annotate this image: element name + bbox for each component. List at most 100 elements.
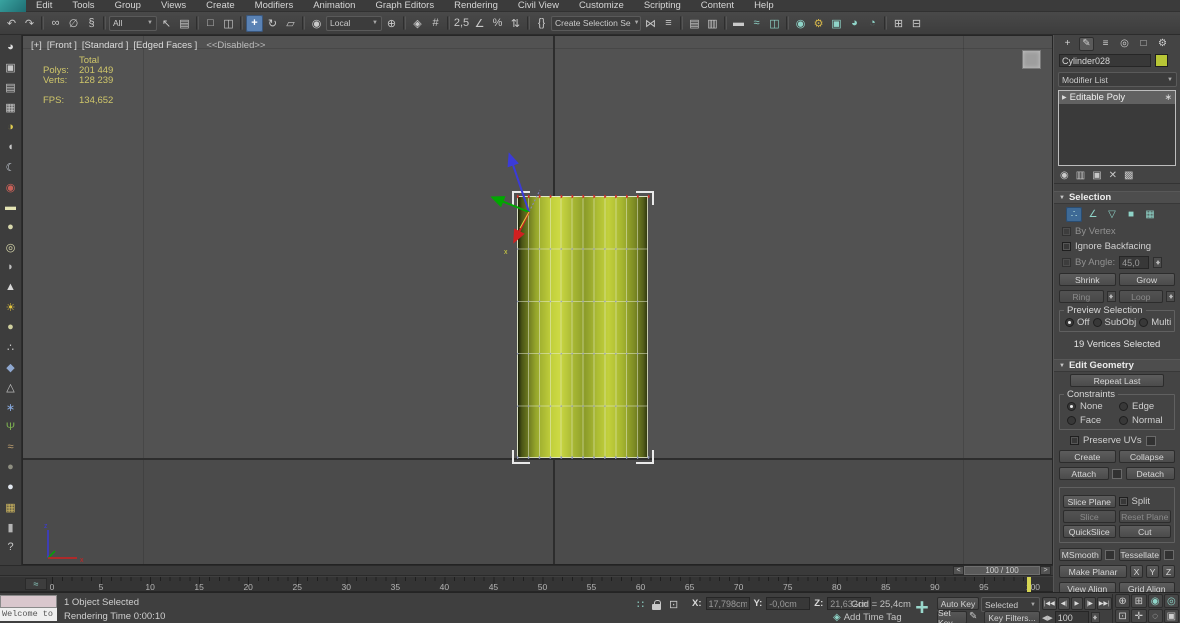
edit-named-selection-sets-icon[interactable]: {} — [533, 15, 550, 32]
align-icon[interactable]: ≡ — [660, 15, 677, 32]
unlink-selection-icon[interactable]: ∅ — [65, 15, 82, 32]
constraint-normal-radio[interactable] — [1119, 416, 1128, 425]
toolbar-icon[interactable] — [680, 16, 683, 30]
slice-plane-button[interactable]: Slice Plane — [1063, 495, 1116, 508]
toggle-scene-explorer-icon[interactable]: ▤ — [686, 15, 703, 32]
preserve-uvs-checkbox[interactable] — [1070, 436, 1079, 445]
remove-modifier-icon[interactable]: ✕ — [1109, 170, 1117, 181]
create-button[interactable]: Create — [1059, 450, 1116, 463]
hair-fur-icon[interactable]: ≈ — [2, 437, 20, 457]
snaps-toggle-icon[interactable]: 2,5 — [453, 15, 470, 32]
toolbar-icon[interactable] — [41, 16, 44, 30]
render-frame-icon[interactable]: ▣ — [2, 57, 20, 77]
app-logo-icon[interactable] — [0, 0, 26, 12]
zoom-region-icon[interactable]: ⊡ — [1115, 609, 1130, 623]
tab-utilities[interactable]: ⚙ — [1155, 37, 1170, 51]
polygon-mode-icon[interactable]: ■ — [1123, 207, 1139, 222]
play-button[interactable]: ▶ — [1071, 597, 1083, 610]
rock-icon[interactable]: ● — [2, 457, 20, 477]
window-crossing-toggle-icon[interactable]: ◫ — [220, 15, 237, 32]
material-sphere-icon[interactable]: ● — [2, 477, 20, 497]
loop-button[interactable]: Loop — [1119, 290, 1164, 303]
scatter-icon[interactable]: ∗ — [2, 397, 20, 417]
constraint-edge-radio[interactable] — [1119, 402, 1128, 411]
modifier-stack-item[interactable]: ▶ Editable Poly ∗ — [1059, 91, 1175, 104]
by-vertex-checkbox[interactable] — [1062, 227, 1071, 236]
menu-scripting[interactable]: Scripting — [634, 0, 691, 12]
modifier-list-dropdown[interactable]: Modifier List ▼ — [1058, 72, 1177, 87]
isolate-selection-icon[interactable]: ∷ — [637, 598, 644, 611]
split-checkbox[interactable] — [1119, 497, 1128, 506]
vertex-mode-icon[interactable]: ∴ — [1066, 207, 1082, 222]
render-list-icon[interactable]: ▤ — [2, 77, 20, 97]
plane-primitive-icon[interactable]: ▬ — [2, 197, 20, 217]
attach-button[interactable]: Attach — [1059, 467, 1109, 480]
select-and-scale-icon[interactable]: ▱ — [282, 15, 299, 32]
object-color-swatch[interactable] — [1155, 54, 1168, 67]
batch-render-icon[interactable]: ▦ — [2, 97, 20, 117]
use-pivot-point-center-icon[interactable]: ⊕ — [383, 15, 400, 32]
toolbar-icon[interactable] — [302, 16, 305, 30]
toggle-layer-explorer-icon[interactable]: ▥ — [704, 15, 721, 32]
viewcube[interactable] — [1022, 50, 1041, 69]
toggle-ribbon-icon[interactable]: ▬ — [730, 15, 747, 32]
redo-icon[interactable]: ↷ — [21, 15, 38, 32]
preview-subobj-radio[interactable] — [1093, 318, 1102, 327]
subobject-level-icon[interactable]: ∗ — [1164, 92, 1172, 103]
go-to-end-button[interactable]: ▶▶| — [1097, 597, 1112, 610]
set-key-mode-icon[interactable]: ✎ — [969, 611, 977, 622]
reset-plane-button[interactable]: Reset Plane — [1119, 510, 1172, 523]
time-slider-handle[interactable]: < 100 / 100 > — [953, 566, 1051, 575]
menu-views[interactable]: Views — [151, 0, 196, 12]
compound-objects-icon[interactable]: ◆ — [2, 357, 20, 377]
select-and-place-icon[interactable]: ◉ — [308, 15, 325, 32]
material-editor-icon[interactable]: ◉ — [792, 15, 809, 32]
slice-button[interactable]: Slice — [1063, 510, 1116, 523]
toolbar-icon[interactable] — [196, 16, 199, 30]
light-icon[interactable]: ◑ — [2, 117, 20, 137]
constraint-none-radio[interactable] — [1067, 402, 1076, 411]
edge-mode-icon[interactable]: ∠ — [1085, 207, 1101, 222]
door-icon[interactable]: ▮ — [2, 517, 20, 537]
menu-graph-editors[interactable]: Graph Editors — [365, 0, 444, 12]
go-to-start-button[interactable]: |◀◀ — [1042, 597, 1057, 610]
viewport-shading-menu[interactable]: [Standard ] — [82, 40, 128, 51]
planar-z-button[interactable]: Z — [1162, 565, 1175, 578]
mirror-icon[interactable]: ⋈ — [642, 15, 659, 32]
current-frame-field[interactable] — [1055, 611, 1089, 623]
emitter-icon[interactable]: △ — [2, 377, 20, 397]
status-plus-icon[interactable]: + — [908, 593, 936, 623]
quickslice-button[interactable]: QuickSlice — [1063, 525, 1116, 538]
track-bar[interactable]: ≈ 05101520253035404550556065707580859095… — [0, 577, 1053, 592]
current-frame-marker[interactable] — [1027, 577, 1031, 592]
camera-icon[interactable]: ◉ — [2, 177, 20, 197]
msmooth-settings-button[interactable] — [1105, 550, 1115, 560]
rollout-selection-header[interactable]: ▼ Selection — [1054, 191, 1180, 204]
menu-tools[interactable]: Tools — [62, 0, 104, 12]
menu-customize[interactable]: Customize — [569, 0, 634, 12]
menu-content[interactable]: Content — [691, 0, 744, 12]
ring-spinner[interactable] — [1107, 291, 1116, 302]
repeat-last-button[interactable]: Repeat Last — [1070, 374, 1164, 387]
toolbar-icon[interactable] — [884, 16, 887, 30]
menu-modifiers[interactable]: Modifiers — [245, 0, 304, 12]
make-planar-button[interactable]: Make Planar — [1059, 565, 1127, 578]
object-name-field[interactable] — [1059, 54, 1151, 67]
current-frame-display[interactable]: 100 / 100 — [964, 566, 1040, 575]
undo-icon[interactable]: ↶ — [3, 15, 20, 32]
sun-light-icon[interactable]: ☀ — [2, 297, 20, 317]
viewport-front[interactable]: [+] [Front ] [Standard ] [Edged Faces ] … — [22, 35, 1053, 565]
tab-hierarchy[interactable]: ≡ — [1098, 37, 1113, 51]
collapse-button[interactable]: Collapse — [1119, 450, 1176, 463]
menu-civil-view[interactable]: Civil View — [508, 0, 569, 12]
help-icon[interactable]: ? — [2, 537, 20, 557]
menu-help[interactable]: Help — [744, 0, 784, 12]
by-angle-field[interactable] — [1119, 256, 1149, 269]
preserve-uvs-settings-button[interactable] — [1146, 436, 1156, 446]
tab-display[interactable]: □ — [1136, 37, 1151, 51]
foliage-icon[interactable]: Ψ — [2, 417, 20, 437]
border-mode-icon[interactable]: ▽ — [1104, 207, 1120, 222]
menu-create[interactable]: Create — [196, 0, 245, 12]
schematic-view-icon[interactable]: ◫ — [766, 15, 783, 32]
tab-create[interactable]: + — [1060, 37, 1075, 51]
